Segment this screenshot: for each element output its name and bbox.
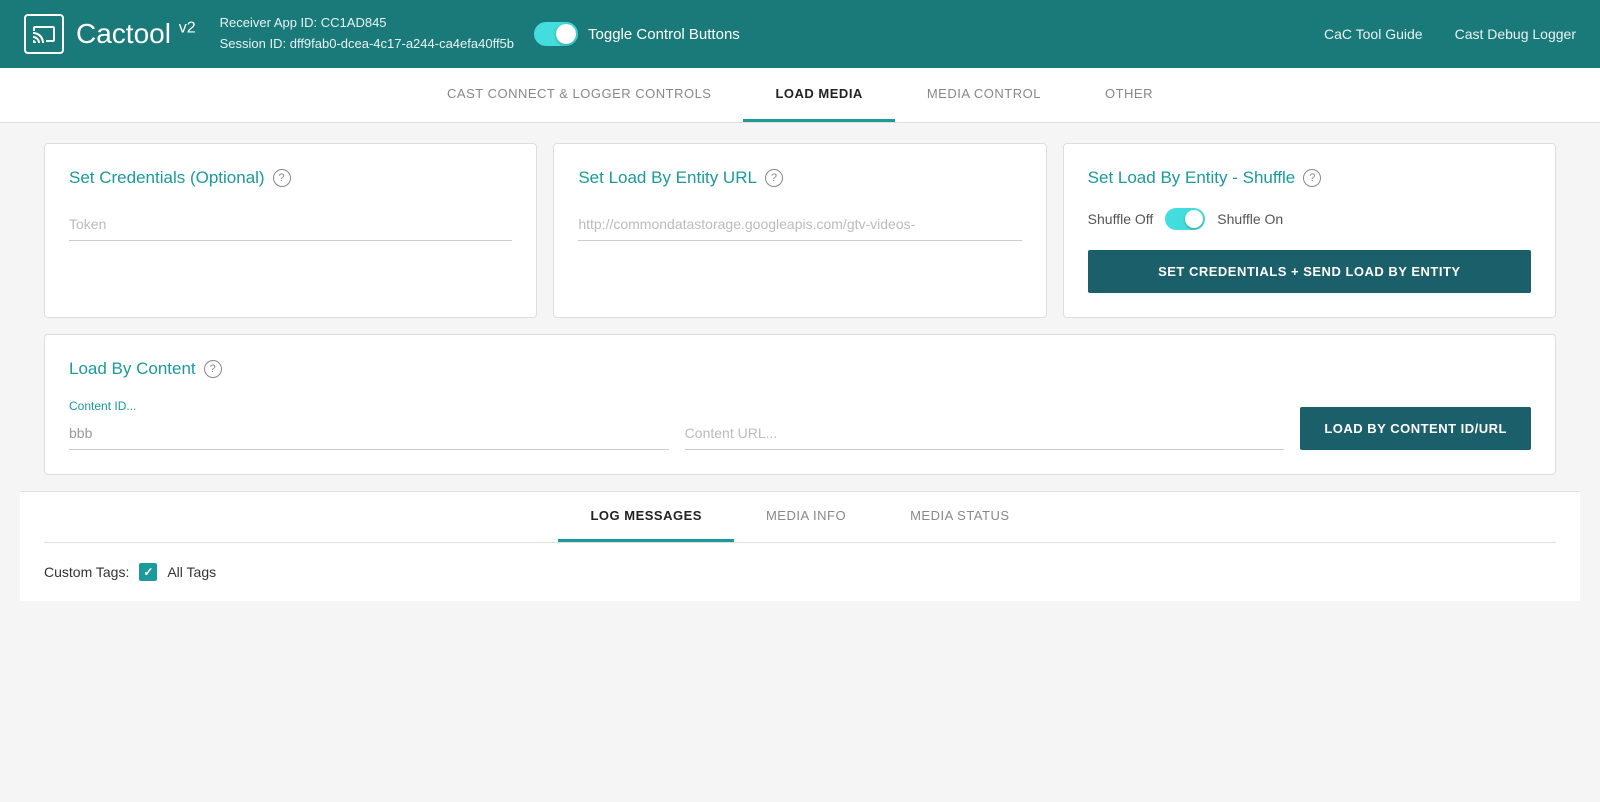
bottom-section: LOG MESSAGES MEDIA INFO MEDIA STATUS Cus… [20, 491, 1580, 601]
cac-tool-guide-link[interactable]: CaC Tool Guide [1324, 26, 1423, 42]
bottom-content-area: Custom Tags: All Tags [44, 543, 1556, 601]
toggle-control-section: Toggle Control Buttons [534, 22, 740, 46]
receiver-app-id: Receiver App ID: CC1AD845 [220, 13, 514, 34]
shuffle-card-title: Set Load By Entity - Shuffle ? [1088, 168, 1531, 188]
cast-logo-icon [24, 14, 64, 54]
tab-media-status[interactable]: MEDIA STATUS [878, 492, 1041, 542]
load-by-content-id-url-button[interactable]: LOAD BY CONTENT ID/URL [1300, 407, 1531, 450]
main-tab-bar: CAST CONNECT & LOGGER CONTROLS LOAD MEDI… [0, 68, 1600, 123]
shuffle-toggle[interactable] [1165, 208, 1205, 230]
content-id-input[interactable] [69, 417, 669, 450]
credentials-card: Set Credentials (Optional) ? [44, 143, 537, 318]
all-tags-label: All Tags [167, 564, 216, 580]
tab-other[interactable]: OTHER [1073, 68, 1185, 122]
shuffle-help-icon[interactable]: ? [1303, 169, 1321, 187]
content-id-group: Content ID... [69, 399, 669, 450]
shuffle-card: Set Load By Entity - Shuffle ? Shuffle O… [1063, 143, 1556, 318]
set-credentials-send-load-by-entity-button[interactable]: SET CREDENTIALS + SEND LOAD BY ENTITY [1088, 250, 1531, 293]
all-tags-checkbox[interactable] [139, 563, 157, 581]
shuffle-on-label: Shuffle On [1217, 211, 1283, 227]
session-id: Session ID: dff9fab0-dcea-4c17-a244-ca4e… [220, 34, 514, 55]
bottom-tab-bar: LOG MESSAGES MEDIA INFO MEDIA STATUS [44, 492, 1556, 543]
custom-tags-row: Custom Tags: All Tags [44, 563, 1556, 581]
session-info: Receiver App ID: CC1AD845 Session ID: df… [220, 13, 514, 55]
header-nav: CaC Tool Guide Cast Debug Logger [1324, 26, 1576, 42]
custom-tags-label: Custom Tags: [44, 564, 129, 580]
content-url-group [685, 417, 1285, 450]
token-input[interactable] [69, 208, 512, 241]
tab-cast-connect[interactable]: CAST CONNECT & LOGGER CONTROLS [415, 68, 743, 122]
toggle-control-label: Toggle Control Buttons [588, 26, 740, 43]
entity-url-card: Set Load By Entity URL ? [553, 143, 1046, 318]
content-id-label: Content ID... [69, 399, 669, 413]
load-content-card: Load By Content ? Content ID... LOAD BY … [44, 334, 1556, 475]
load-content-help-icon[interactable]: ? [204, 360, 222, 378]
content-url-input[interactable] [685, 417, 1285, 450]
load-content-inputs-row: Content ID... LOAD BY CONTENT ID/URL [69, 399, 1531, 450]
logo-text: Cactool v2 [76, 18, 196, 50]
tab-log-messages[interactable]: LOG MESSAGES [558, 492, 733, 542]
credentials-help-icon[interactable]: ? [273, 169, 291, 187]
top-cards-row: Set Credentials (Optional) ? Set Load By… [44, 143, 1556, 318]
main-content: Set Credentials (Optional) ? Set Load By… [20, 123, 1580, 621]
entity-url-input[interactable] [578, 208, 1021, 241]
tab-media-control[interactable]: MEDIA CONTROL [895, 68, 1073, 122]
shuffle-toggle-row: Shuffle Off Shuffle On [1088, 208, 1531, 230]
load-content-card-title: Load By Content ? [69, 359, 1531, 379]
credentials-card-title: Set Credentials (Optional) ? [69, 168, 512, 188]
control-buttons-toggle[interactable] [534, 22, 578, 46]
shuffle-off-label: Shuffle Off [1088, 211, 1154, 227]
app-header: Cactool v2 Receiver App ID: CC1AD845 Ses… [0, 0, 1600, 68]
logo-section: Cactool v2 [24, 14, 196, 54]
tab-media-info[interactable]: MEDIA INFO [734, 492, 878, 542]
tab-load-media[interactable]: LOAD MEDIA [743, 68, 894, 122]
entity-url-help-icon[interactable]: ? [765, 169, 783, 187]
cast-debug-logger-link[interactable]: Cast Debug Logger [1455, 26, 1576, 42]
entity-url-card-title: Set Load By Entity URL ? [578, 168, 1021, 188]
